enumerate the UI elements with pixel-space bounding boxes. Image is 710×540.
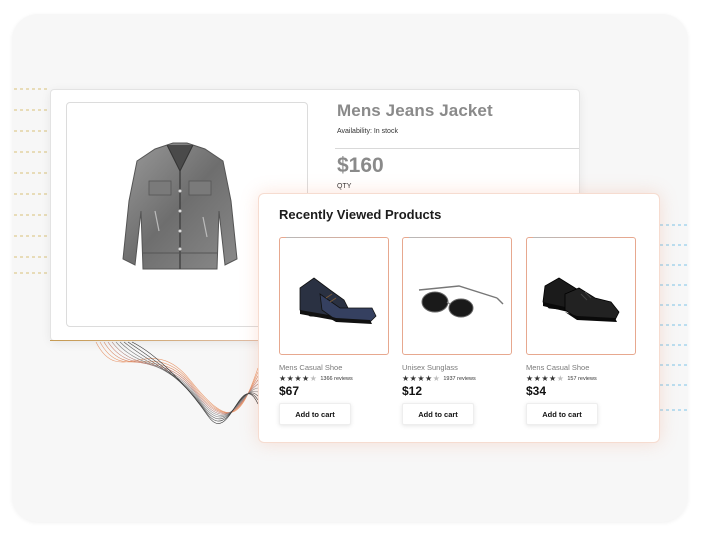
product-name: Unisex Sunglass <box>402 363 458 372</box>
availability-text: Availability: In stock <box>337 128 398 135</box>
product-thumbnail[interactable] <box>402 237 512 355</box>
product-card-item: Unisex Sunglass ★★★★★ 1937 reviews $12 Ad… <box>402 237 512 425</box>
add-to-cart-button[interactable]: Add to cart <box>279 403 351 425</box>
dress-shoe-image <box>299 277 377 324</box>
qty-label: QTY <box>337 183 352 190</box>
sneaker-image <box>542 277 620 322</box>
recently-viewed-heading: Recently Viewed Products <box>279 207 442 222</box>
add-to-cart-button[interactable]: Add to cart <box>402 403 474 425</box>
review-count: 1366 reviews <box>320 376 353 382</box>
product-name: Mens Casual Shoe <box>526 363 590 372</box>
product-thumbnail[interactable] <box>279 237 389 355</box>
star-rating: ★★★★★ 1937 reviews <box>402 374 476 383</box>
product-card-item: Mens Casual Shoe ★★★★★ 1366 reviews $67 A… <box>279 237 389 425</box>
product-price: $34 <box>526 384 547 398</box>
product-price: $67 <box>279 384 300 398</box>
recently-viewed-panel: Recently Viewed Products Mens Casual Sho… <box>258 193 660 443</box>
review-count: 1937 reviews <box>443 376 476 382</box>
divider <box>335 148 579 149</box>
star-rating: ★★★★★ 157 reviews <box>526 374 597 383</box>
product-title: Mens Jeans Jacket <box>337 101 493 120</box>
jacket-image <box>122 142 238 270</box>
sunglasses-image <box>418 285 504 318</box>
wave-lines <box>95 341 259 424</box>
right-dashed-lines <box>660 224 688 411</box>
product-card-item: Mens Casual Shoe ★★★★★ 157 reviews $34 Ad… <box>526 237 636 425</box>
left-dashed-lines <box>14 88 50 274</box>
product-name: Mens Casual Shoe <box>279 363 343 372</box>
star-rating: ★★★★★ 1366 reviews <box>279 374 353 383</box>
product-price: $12 <box>402 384 423 398</box>
add-to-cart-button[interactable]: Add to cart <box>526 403 598 425</box>
product-price: $160 <box>337 154 384 177</box>
review-count: 157 reviews <box>567 376 597 382</box>
product-thumbnail[interactable] <box>526 237 636 355</box>
